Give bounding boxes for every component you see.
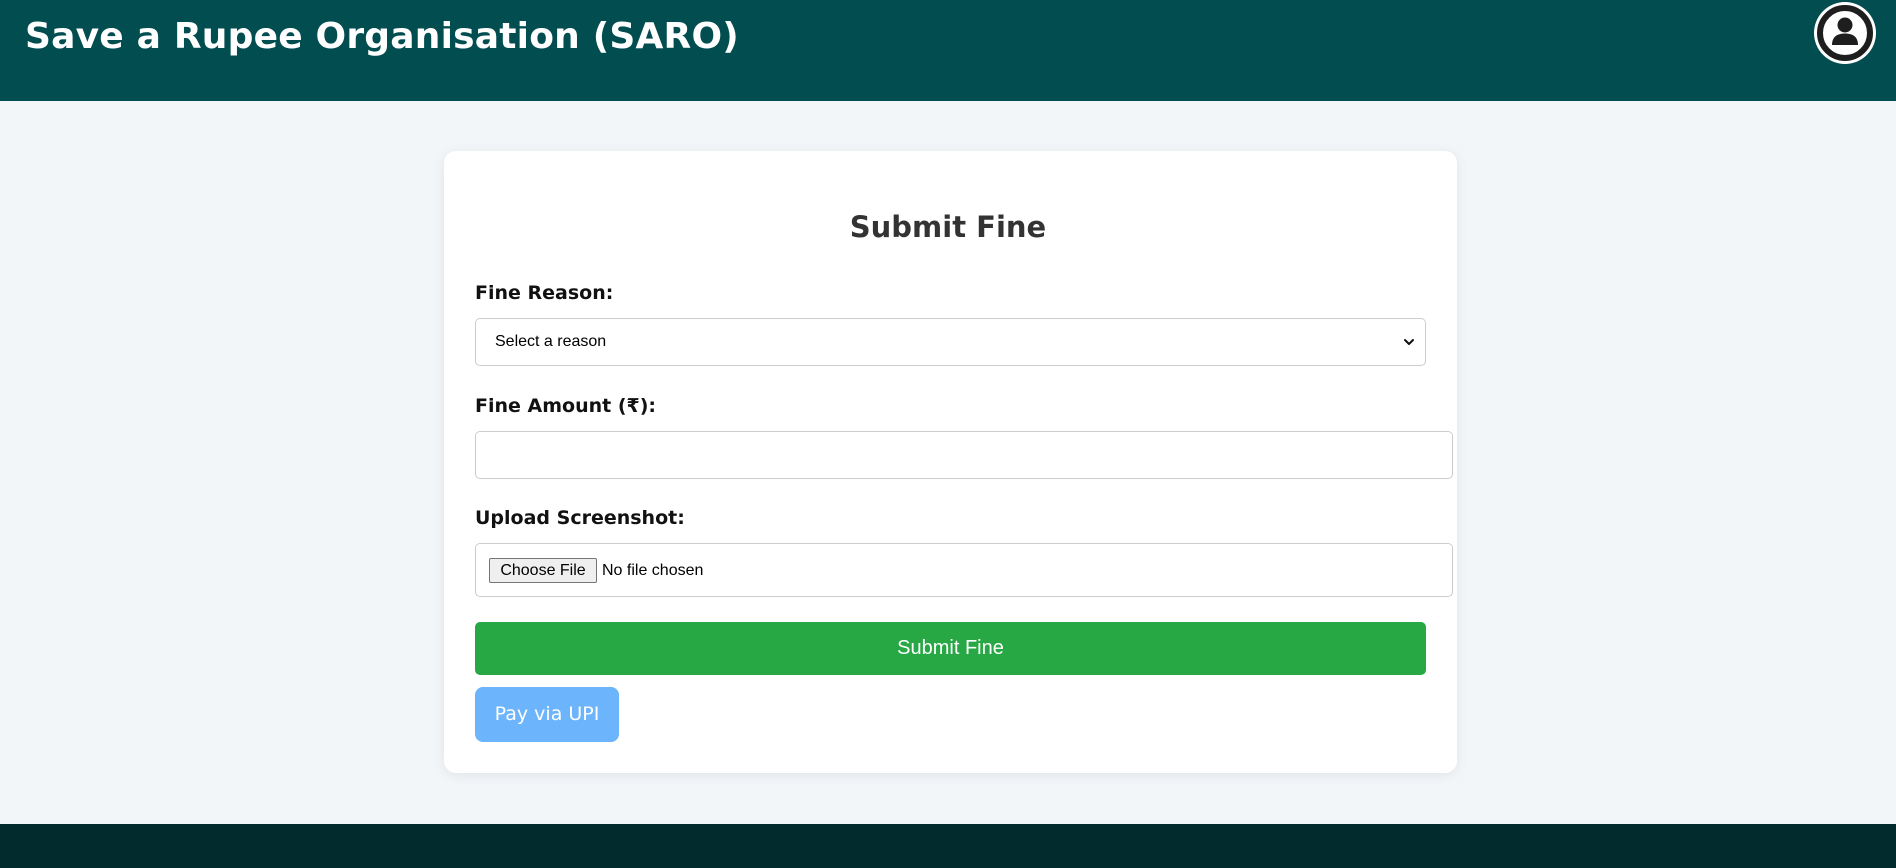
chevron-down-icon [1404, 339, 1414, 345]
submit-fine-button[interactable]: Submit Fine [475, 622, 1426, 675]
fine-reason-label: Fine Reason: [475, 282, 614, 304]
top-header: Save a Rupee Organisation (SARO) [0, 0, 1896, 101]
user-circle-icon [1817, 5, 1873, 61]
screenshot-file-input[interactable]: Choose File No file chosen [475, 543, 1453, 597]
fine-amount-input[interactable] [475, 431, 1453, 479]
fine-amount-label: Fine Amount (₹): [475, 395, 657, 417]
upload-screenshot-label: Upload Screenshot: [475, 507, 685, 529]
footer [0, 824, 1896, 868]
file-status-text: No file chosen [602, 562, 704, 579]
form-title: Submit Fine [849, 210, 1047, 244]
app-title: Save a Rupee Organisation (SARO) [25, 16, 739, 57]
pay-via-upi-button[interactable]: Pay via UPI [475, 687, 619, 742]
fine-reason-select[interactable]: Select a reason [475, 318, 1426, 366]
choose-file-button[interactable]: Choose File [489, 558, 597, 583]
fine-reason-selected-value: Select a reason [495, 333, 607, 350]
profile-button[interactable] [1814, 2, 1876, 64]
